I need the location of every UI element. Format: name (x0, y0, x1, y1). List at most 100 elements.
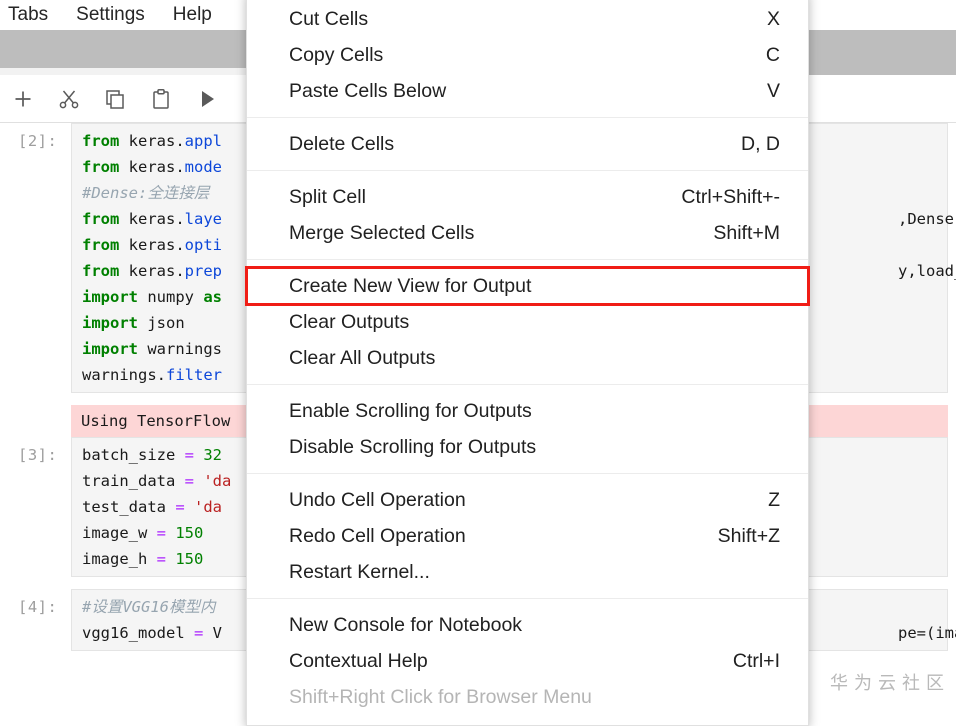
code-token: = (193, 624, 204, 642)
code-token: vgg16_model (82, 624, 194, 642)
menu-item-restart-kernel[interactable]: Restart Kernel... (247, 554, 808, 590)
menu-item-create-new-view-for-output[interactable]: Create New View for Output (245, 266, 810, 306)
menu-item-label: Split Cell (289, 185, 366, 208)
code-token: from (82, 236, 129, 254)
code-token: = (175, 498, 185, 516)
menu-item-undo-cell-operation[interactable]: Undo Cell Operation Z (247, 482, 808, 518)
menu-item-label: Disable Scrolling for Outputs (289, 435, 537, 458)
code-token: import (82, 314, 148, 332)
menu-item-clear-all-outputs[interactable]: Clear All Outputs (247, 340, 808, 376)
menubar-item-settings[interactable]: Settings (62, 0, 159, 30)
menu-item-label: Paste Cells Below (289, 79, 447, 102)
menu-item-clear-outputs[interactable]: Clear Outputs (247, 304, 808, 340)
code-token: 150 (175, 524, 204, 542)
menu-separator (247, 384, 808, 385)
menu-item-label: Restart Kernel... (289, 560, 430, 583)
code-token: from (82, 132, 129, 150)
code-token: appl (184, 132, 222, 150)
menu-item-label: Delete Cells (289, 132, 395, 155)
code-token: keras. (128, 132, 185, 150)
cut-cells-button[interactable] (46, 75, 92, 122)
menu-item-shift-right-click-for-browser-menu: Shift+Right Click for Browser Menu (247, 679, 808, 715)
menu-item-shortcut: Ctrl+Shift+- (681, 185, 780, 208)
menu-item-label: Clear Outputs (289, 310, 410, 333)
code-token: laye (184, 210, 222, 228)
code-token: json (147, 314, 185, 332)
code-token: #Dense:全连接层 (82, 184, 210, 202)
plus-icon (12, 88, 34, 110)
code-token: keras. (128, 158, 185, 176)
cell-prompt: [3]: (18, 446, 58, 464)
menu-item-redo-cell-operation[interactable]: Redo Cell Operation Shift+Z (247, 518, 808, 554)
code-overflow-fragment: ,Dense (898, 210, 954, 228)
menu-item-split-cell[interactable]: Split Cell Ctrl+Shift+- (247, 179, 808, 215)
menu-item-label: Clear All Outputs (289, 346, 436, 369)
cell-prompt: [4]: (18, 598, 58, 616)
menu-item-cut-cells[interactable]: Cut Cells X (247, 1, 808, 37)
code-token: 'da (194, 498, 223, 516)
menu-separator (247, 117, 808, 118)
menu-item-label: Redo Cell Operation (289, 524, 466, 547)
menubar-item-help[interactable]: Help (159, 0, 226, 30)
code-token: as (203, 288, 222, 306)
code-token: import (82, 340, 148, 358)
menubar-item-tabs[interactable]: Tabs (0, 0, 62, 30)
code-token: keras. (128, 210, 185, 228)
menu-item-merge-selected-cells[interactable]: Merge Selected Cells Shift+M (247, 215, 808, 251)
code-token: image_w (82, 524, 157, 542)
menu-item-contextual-help[interactable]: Contextual Help Ctrl+I (247, 643, 808, 679)
insert-cell-button[interactable] (0, 75, 46, 122)
code-token: 32 (203, 446, 223, 464)
menu-item-disable-scrolling-for-outputs[interactable]: Disable Scrolling for Outputs (247, 429, 808, 465)
code-token: batch_size (82, 446, 185, 464)
menu-item-shortcut: Shift+Z (717, 524, 780, 547)
cell-prompt: [2]: (18, 132, 58, 150)
copy-cells-button[interactable] (92, 75, 138, 122)
run-cell-button[interactable] (184, 75, 230, 122)
context-menu[interactable]: Cut Cells X Copy Cells C Paste Cells Below V D… (245, 0, 810, 726)
menu-item-shortcut: Z (768, 488, 780, 511)
menu-item-delete-cells[interactable]: Delete Cells D, D (247, 126, 808, 162)
scissors-icon (58, 88, 80, 110)
clipboard-icon (150, 88, 172, 110)
code-token: keras. (128, 236, 185, 254)
menu-item-label: Cut Cells (289, 7, 369, 30)
code-token: train_data (82, 472, 185, 490)
menu-item-label: Enable Scrolling for Outputs (289, 399, 532, 422)
code-token: image_h (82, 550, 157, 568)
menu-item-paste-cells-below[interactable]: Paste Cells Below V (247, 73, 808, 109)
menu-separator (247, 473, 808, 474)
menu-item-copy-cells[interactable]: Copy Cells C (247, 37, 808, 73)
menu-item-label: Contextual Help (289, 649, 428, 672)
code-token: 150 (175, 550, 204, 568)
paste-cells-button[interactable] (138, 75, 184, 122)
menu-item-label: New Console for Notebook (289, 613, 523, 636)
code-overflow-fragment: y,load_img (898, 262, 956, 280)
menu-separator (247, 259, 808, 260)
menu-item-label: Merge Selected Cells (289, 221, 475, 244)
menu-item-label: Create New View for Output (289, 274, 532, 297)
menu-separator (247, 598, 808, 599)
code-token: warnings (147, 340, 222, 358)
play-icon (196, 88, 218, 110)
menu-item-shortcut: X (766, 7, 780, 30)
menu-item-label: Undo Cell Operation (289, 488, 466, 511)
code-token: mode (184, 158, 222, 176)
code-overflow-fragment: pe=(image_w,in (898, 624, 956, 642)
code-token: opti (184, 236, 222, 254)
menu-item-shortcut: D, D (741, 132, 780, 155)
menu-separator (247, 170, 808, 171)
copy-icon (104, 88, 126, 110)
code-token: = (156, 550, 166, 568)
menu-item-shortcut: Ctrl+I (732, 649, 780, 672)
code-token: = (184, 472, 194, 490)
code-token: = (156, 524, 166, 542)
menu-item-enable-scrolling-for-outputs[interactable]: Enable Scrolling for Outputs (247, 393, 808, 429)
code-token: 'da (203, 472, 232, 490)
code-token: V (203, 624, 222, 642)
menu-item-new-console-for-notebook[interactable]: New Console for Notebook (247, 607, 808, 643)
